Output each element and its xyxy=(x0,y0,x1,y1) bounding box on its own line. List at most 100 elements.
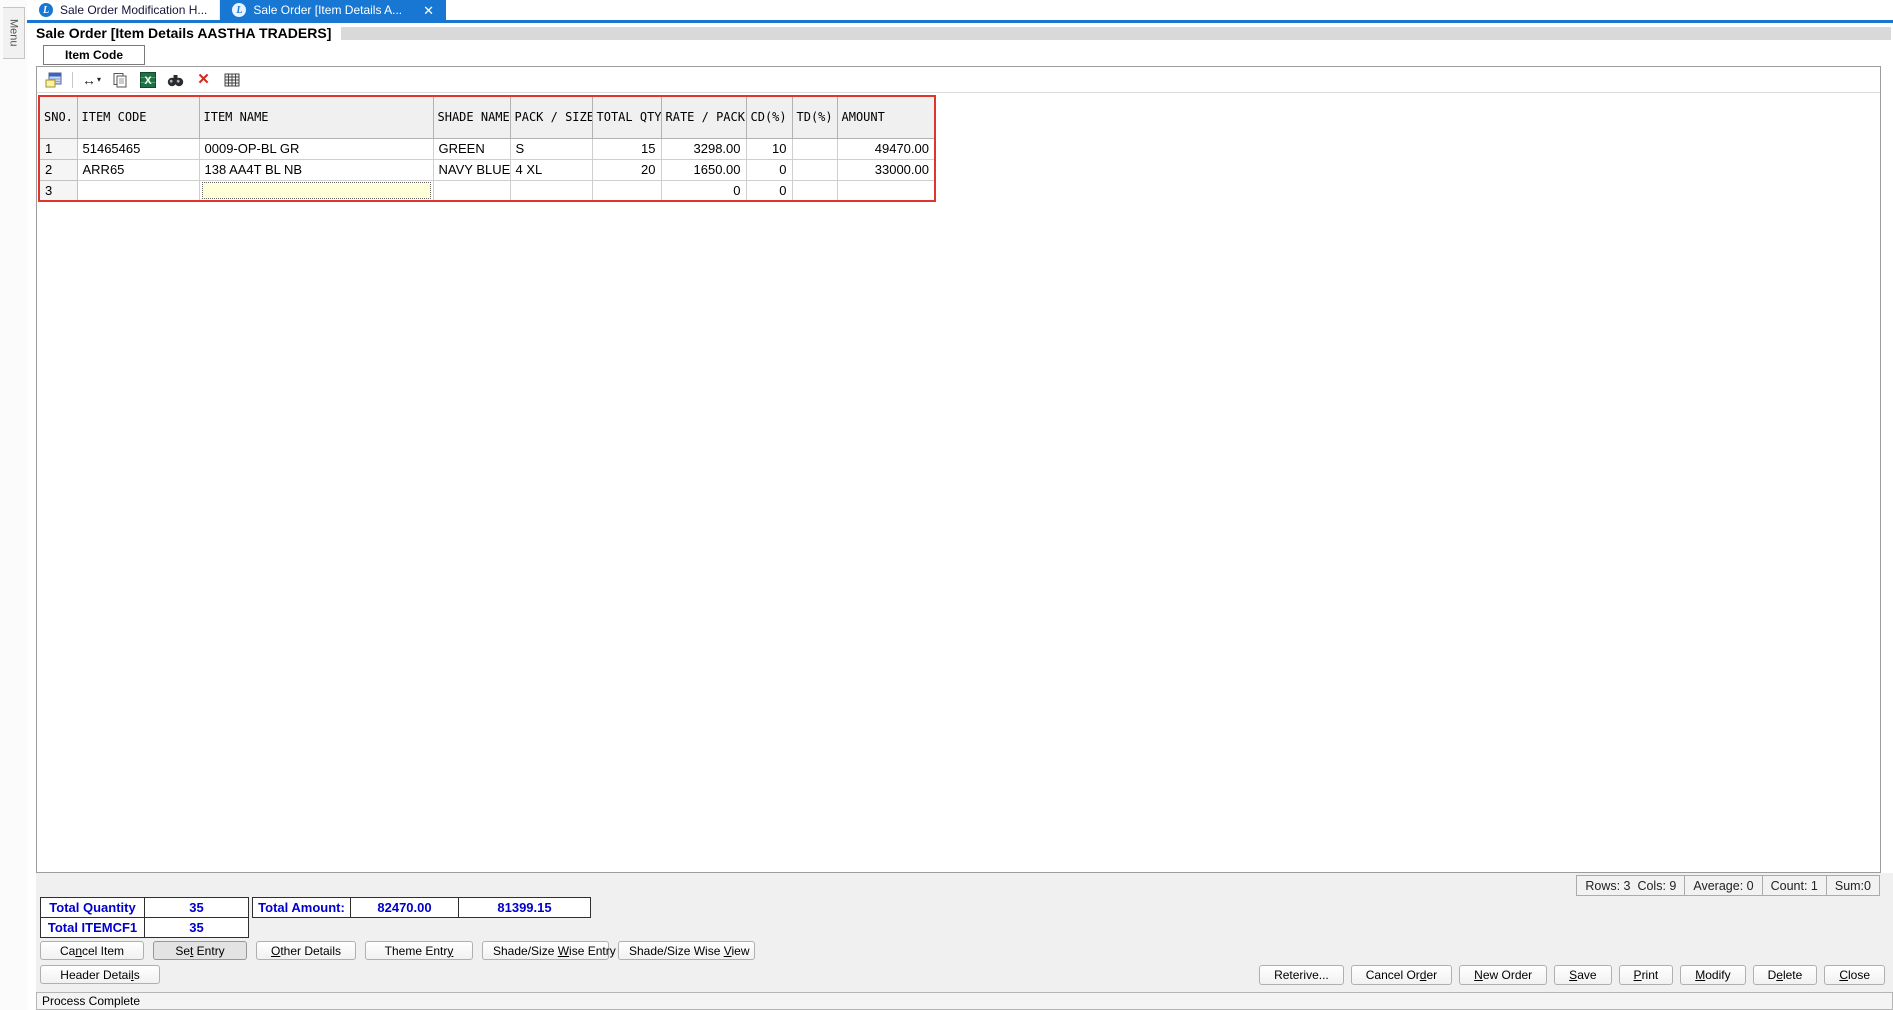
totals-quantity-table: Total Quantity 35 Total ITEMCF1 35 xyxy=(40,897,249,938)
table-row: 2 ARR65 138 AA4T BL NB NAVY BLUE 4 XL 20 1650.… xyxy=(38,158,936,181)
grid-cell[interactable]: 51465465 xyxy=(76,137,200,160)
grid-row-number[interactable]: 3 xyxy=(38,179,78,202)
grid-column-header[interactable]: TD(%) xyxy=(791,95,838,139)
stats-rows-cols: Rows: 3 Cols: 9 xyxy=(1577,876,1686,895)
bottom-panel: Rows: 3 Cols: 9 Average: 0 Count: 1 Sum:… xyxy=(36,873,1893,992)
active-edit-cell[interactable] xyxy=(201,181,431,199)
grid-cell[interactable] xyxy=(76,179,200,202)
grid-cell[interactable]: 10 xyxy=(745,137,793,160)
tab-sale-order-item-details[interactable]: L Sale Order [Item Details A... ✕ xyxy=(220,0,447,20)
grid-cell[interactable] xyxy=(509,179,593,202)
find-icon[interactable] xyxy=(166,71,185,89)
grid-cell[interactable]: 3298.00 xyxy=(660,137,747,160)
grid-column-header[interactable]: TOTAL QTY xyxy=(591,95,662,139)
app-logo-icon: L xyxy=(232,3,247,17)
grid-cell[interactable] xyxy=(432,179,511,202)
grid-column-header[interactable]: ITEM NAME xyxy=(198,95,434,139)
grid-cell[interactable] xyxy=(198,179,434,202)
toolbar: ↔ ▾ X ✕ xyxy=(37,67,1880,93)
grid-cell[interactable]: 0 xyxy=(660,179,747,202)
svg-text:X: X xyxy=(144,75,152,87)
grid-column-header[interactable]: RATE / PACK xyxy=(660,95,747,139)
modify-button[interactable]: Modify xyxy=(1680,965,1746,985)
grid-cell[interactable]: 33000.00 xyxy=(836,158,936,181)
tab-sale-order-modification[interactable]: L Sale Order Modification H... xyxy=(27,0,221,20)
item-grid-wrap: SNO. ITEM CODE ITEM NAME SHADE NAME PACK / S… xyxy=(38,95,936,202)
grid-cell[interactable]: 4 XL xyxy=(509,158,593,181)
grid-row-number[interactable]: 2 xyxy=(38,158,78,181)
status-bar: Process Complete xyxy=(36,992,1893,1010)
grid-cell[interactable]: S xyxy=(509,137,593,160)
grid-stats-bar: Rows: 3 Cols: 9 Average: 0 Count: 1 Sum:… xyxy=(1576,875,1880,896)
left-menu-strip: Menu xyxy=(0,0,27,1010)
stats-average: Average: 0 xyxy=(1685,876,1763,895)
delete-row-icon[interactable]: ✕ xyxy=(194,71,213,89)
grid-cell[interactable]: 138 AA4T BL NB xyxy=(198,158,434,181)
close-button[interactable]: Close xyxy=(1824,965,1885,985)
copy-icon[interactable] xyxy=(110,71,129,89)
column-width-icon[interactable]: ↔ ▾ xyxy=(82,71,101,89)
grid-cell[interactable]: GREEN xyxy=(432,137,511,160)
grid-cell[interactable]: 49470.00 xyxy=(836,137,936,160)
item-grid: SNO. ITEM CODE ITEM NAME SHADE NAME PACK / S… xyxy=(38,95,936,202)
grid-cell[interactable]: ARR65 xyxy=(76,158,200,181)
stats-sum: Sum:0 xyxy=(1834,878,1871,893)
print-button[interactable]: Print xyxy=(1618,965,1674,985)
menu-vertical-tab[interactable]: Menu xyxy=(3,7,25,59)
client-area: ↔ ▾ X ✕ SNO. ITEM CODE ITEM NAME SHADE N… xyxy=(36,66,1881,873)
set-entry-button[interactable]: Set Entry xyxy=(153,941,247,960)
total-quantity-value: 35 xyxy=(144,897,249,918)
grid-cell[interactable]: 20 xyxy=(591,158,662,181)
form-icon[interactable] xyxy=(44,71,63,89)
title-filler-bar xyxy=(341,26,1891,40)
header-details-button[interactable]: Header Details xyxy=(40,965,160,984)
order-button-row: Reterive... Cancel Order New Order Save Prin… xyxy=(1259,965,1885,985)
total-quantity-label: Total Quantity xyxy=(40,897,145,918)
save-button[interactable]: Save xyxy=(1554,965,1612,985)
status-text: Process Complete xyxy=(42,994,141,1008)
button-label-part: Header Detai xyxy=(60,967,132,982)
grid-cell[interactable]: 0009-OP-BL GR xyxy=(198,137,434,160)
button-label-part: s xyxy=(133,967,140,982)
cancel-order-button[interactable]: Cancel Order xyxy=(1350,965,1453,985)
grid-cell[interactable] xyxy=(836,179,936,202)
grid-cell[interactable] xyxy=(791,137,838,160)
close-icon[interactable]: ✕ xyxy=(423,4,434,17)
grid-icon[interactable] xyxy=(222,71,241,89)
grid-row-number[interactable]: 1 xyxy=(38,137,78,160)
total-itemcf1-label: Total ITEMCF1 xyxy=(40,917,145,938)
grid-cell[interactable]: 0 xyxy=(745,179,793,202)
grid-column-header[interactable]: CD(%) xyxy=(745,95,793,139)
theme-entry-button[interactable]: Theme Entry xyxy=(365,941,473,960)
table-row: 3 00 xyxy=(38,179,936,202)
grid-cell[interactable]: 15 xyxy=(591,137,662,160)
grid-cell[interactable]: 0 xyxy=(745,158,793,181)
item-code-button[interactable]: Item Code xyxy=(43,45,145,65)
other-details-button[interactable]: Other Details xyxy=(256,941,356,960)
shade-size-wise-entry-button[interactable]: Shade/Size Wise Entry xyxy=(482,941,616,960)
delete-button[interactable]: Delete xyxy=(1752,965,1818,985)
new-order-button[interactable]: New Order xyxy=(1459,965,1548,985)
toolbar-separator xyxy=(72,71,73,88)
tab-label: Sale Order [Item Details A... xyxy=(253,3,403,17)
grid-column-header[interactable]: AMOUNT xyxy=(836,95,936,139)
reterive-button[interactable]: Reterive... xyxy=(1259,965,1344,985)
cancel-item-button[interactable]: Cancel Item xyxy=(40,941,144,960)
table-row: 1 51465465 0009-OP-BL GR GREEN S 15 3298.00 10 4… xyxy=(38,137,936,160)
grid-cell[interactable] xyxy=(791,158,838,181)
shade-size-wise-view-button[interactable]: Shade/Size Wise View xyxy=(618,941,755,960)
grid-column-header[interactable]: PACK / SIZE xyxy=(509,95,593,139)
menu-label: Menu xyxy=(7,19,20,47)
grid-cell[interactable]: 1650.00 xyxy=(660,158,747,181)
tab-bar: L Sale Order Modification H... L Sale Or… xyxy=(27,0,1893,23)
excel-export-icon[interactable]: X xyxy=(138,71,157,89)
tab-label: Sale Order Modification H... xyxy=(60,3,208,17)
grid-cell[interactable]: NAVY BLUE xyxy=(432,158,511,181)
total-amount-label: Total Amount: xyxy=(252,897,351,918)
grid-column-header[interactable]: SHADE NAME xyxy=(432,95,511,139)
total-amount-net-value: 81399.15 xyxy=(458,897,591,918)
grid-cell[interactable] xyxy=(591,179,662,202)
grid-column-header[interactable]: ITEM CODE xyxy=(76,95,200,139)
grid-cell[interactable] xyxy=(791,179,838,202)
grid-column-header[interactable]: SNO. xyxy=(38,95,78,139)
